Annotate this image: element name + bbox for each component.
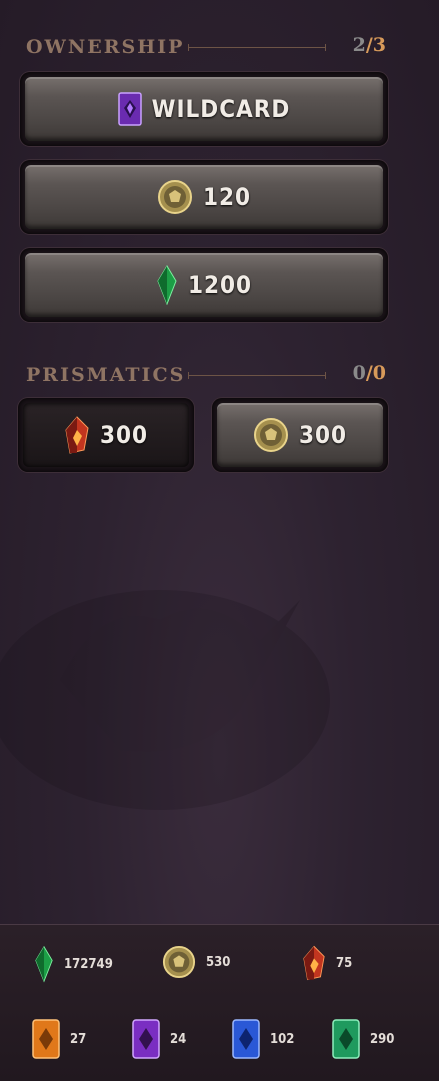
prismatic-shard-button-frame: 300 xyxy=(18,398,194,472)
gold-coin-icon xyxy=(162,945,196,979)
prismatics-title: PRISMATICS xyxy=(26,364,186,386)
wildcard-label: WILDCARD xyxy=(151,95,291,123)
green-card-icon xyxy=(332,1019,360,1059)
currency-orange-wildcards: 27 xyxy=(32,1019,86,1059)
background-art xyxy=(0,590,330,810)
total-count: 3 xyxy=(372,34,386,56)
currency-green-wildcards: 290 xyxy=(332,1019,394,1059)
red-shard-count: 75 xyxy=(336,955,353,971)
wildcard-button[interactable]: WILDCARD xyxy=(25,77,383,141)
owned-count: 0 xyxy=(352,362,366,384)
blue-wildcard-count: 102 xyxy=(270,1031,295,1047)
green-shard-count: 172749 xyxy=(64,956,113,972)
header-divider xyxy=(188,44,326,51)
count-separator: / xyxy=(365,362,373,384)
currency-footer: 172749 530 75 27 24 102 290 xyxy=(0,924,439,1081)
currency-purple-wildcards: 24 xyxy=(132,1019,186,1059)
owned-count: 2 xyxy=(352,34,366,56)
prismatics-header: PRISMATICS 0/0 xyxy=(26,362,386,388)
currency-gold: 530 xyxy=(162,945,230,979)
gold-coin-icon xyxy=(253,418,288,452)
gold-price-label: 120 xyxy=(202,183,252,211)
prismatic-gold-buy-button[interactable]: 300 xyxy=(217,403,383,467)
prismatic-gold-button-frame: 300 xyxy=(212,398,388,472)
currency-blue-wildcards: 102 xyxy=(232,1019,294,1059)
header-divider xyxy=(188,372,326,379)
shard-price-label: 1200 xyxy=(187,271,253,299)
gold-buy-button-frame: 120 xyxy=(20,160,388,234)
wildcard-card-icon xyxy=(117,92,142,126)
prismatic-gold-price-label: 300 xyxy=(298,421,348,449)
ownership-header: OWNERSHIP 2/3 xyxy=(26,34,386,60)
green-wildcard-count: 290 xyxy=(370,1031,395,1047)
gold-coin-icon xyxy=(157,180,192,214)
prismatic-shard-icon xyxy=(65,416,89,454)
prismatics-count: 0/0 xyxy=(353,362,386,384)
orange-wildcard-count: 27 xyxy=(70,1031,87,1047)
purple-wildcard-count: 24 xyxy=(170,1031,187,1047)
gold-count: 530 xyxy=(206,954,231,970)
count-separator: / xyxy=(365,34,373,56)
green-shard-icon xyxy=(157,265,177,305)
blue-card-icon xyxy=(232,1019,260,1059)
ownership-count: 2/3 xyxy=(353,34,386,56)
purple-card-icon xyxy=(132,1019,160,1059)
ownership-title: OWNERSHIP xyxy=(26,36,185,58)
shard-buy-button-frame: 1200 xyxy=(20,248,388,322)
red-shard-icon xyxy=(303,945,325,981)
prismatic-shard-price-label: 300 xyxy=(99,421,149,449)
currency-green-shards: 172749 xyxy=(34,945,113,983)
prismatic-shard-buy-button[interactable]: 300 xyxy=(23,403,189,467)
total-count: 0 xyxy=(372,362,386,384)
orange-card-icon xyxy=(32,1019,60,1059)
gold-buy-button[interactable]: 120 xyxy=(25,165,383,229)
green-shard-icon xyxy=(35,945,53,983)
currency-red-shards: 75 xyxy=(302,945,352,981)
wildcard-button-frame: WILDCARD xyxy=(20,72,388,146)
shard-buy-button[interactable]: 1200 xyxy=(25,253,383,317)
